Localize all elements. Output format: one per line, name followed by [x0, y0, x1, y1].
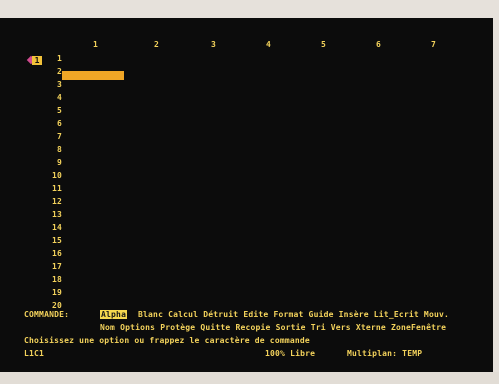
monitor-bezel-bottom [0, 372, 499, 384]
command-options-line-2[interactable]: Nom Options Protège Quitte Recopie Sorti… [100, 323, 446, 332]
row-header[interactable]: 6 [46, 119, 62, 128]
active-cell-cursor[interactable] [62, 71, 124, 80]
monitor-bezel-top [0, 0, 499, 18]
corner-cell-indicator[interactable]: 1 [32, 56, 42, 65]
row-header[interactable]: 15 [46, 236, 62, 245]
row-header[interactable]: 9 [46, 158, 62, 167]
monitor-screen: 1 1 2 3 4 5 6 7 1 2 3 4 5 6 7 8 9 10 11 … [0, 0, 499, 384]
row-header[interactable]: 14 [46, 223, 62, 232]
row-header[interactable]: 2 [46, 67, 62, 76]
command-options-line-1[interactable]: Blanc Calcul Détruit Edite Format Guide … [138, 310, 449, 319]
row-header[interactable]: 10 [46, 171, 62, 180]
row-header[interactable]: 7 [46, 132, 62, 141]
row-header[interactable]: 18 [46, 275, 62, 284]
row-header[interactable]: 16 [46, 249, 62, 258]
row-header[interactable]: 19 [46, 288, 62, 297]
column-header[interactable]: 7 [431, 40, 436, 49]
memory-status: 100% Libre [265, 349, 316, 358]
cell-reference: L1C1 [24, 349, 45, 358]
row-header[interactable]: 12 [46, 197, 62, 206]
row-header[interactable]: 3 [46, 80, 62, 89]
command-option-selected[interactable]: Alpha [100, 310, 128, 319]
column-header[interactable]: 2 [154, 40, 159, 49]
column-header[interactable]: 3 [211, 40, 216, 49]
row-header[interactable]: 20 [46, 301, 62, 310]
column-header[interactable]: 1 [93, 40, 98, 49]
column-header[interactable]: 6 [376, 40, 381, 49]
column-header[interactable]: 5 [321, 40, 326, 49]
row-header[interactable]: 11 [46, 184, 62, 193]
row-header[interactable]: 17 [46, 262, 62, 271]
command-label: COMMANDE: [24, 310, 70, 319]
row-header[interactable]: 1 [46, 54, 62, 63]
row-header[interactable]: 13 [46, 210, 62, 219]
prompt-message: Choisissez une option ou frappez le cara… [24, 336, 310, 345]
spreadsheet-screen: 1 1 2 3 4 5 6 7 1 2 3 4 5 6 7 8 9 10 11 … [0, 18, 493, 372]
file-info: Multiplan: TEMP [347, 349, 423, 358]
row-header[interactable]: 5 [46, 106, 62, 115]
monitor-bezel-right [493, 0, 499, 384]
row-header[interactable]: 4 [46, 93, 62, 102]
row-header[interactable]: 8 [46, 145, 62, 154]
column-header[interactable]: 4 [266, 40, 271, 49]
